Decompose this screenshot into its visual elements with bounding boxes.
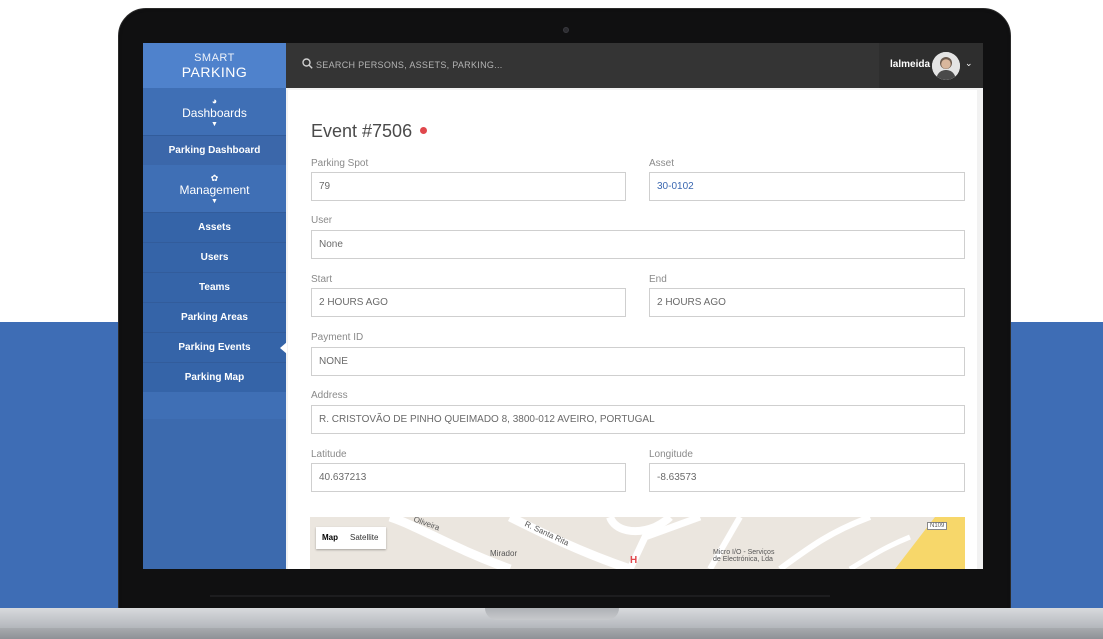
sidebar-item-parking-map[interactable]: Parking Map xyxy=(143,362,286,392)
stage: SMART PARKING ◕ Dashboards ▼ Parking Das… xyxy=(0,0,1103,639)
end-field[interactable]: 2 HOURS AGO xyxy=(649,288,965,317)
sidebar-item-parking-dashboard[interactable]: Parking Dashboard xyxy=(143,135,286,165)
status-indicator xyxy=(420,127,428,135)
sidebar-item-users[interactable]: Users xyxy=(143,242,286,272)
end-label: End xyxy=(649,274,667,285)
caret-down-icon: ▼ xyxy=(211,121,218,128)
map-type-control: Map Satellite xyxy=(316,527,386,549)
payment-id-label: Payment ID xyxy=(311,332,364,343)
chevron-down-icon[interactable]: ⌄ xyxy=(965,58,973,69)
user-menu[interactable]: lalmeida ⌄ xyxy=(879,43,983,88)
avatar[interactable] xyxy=(932,52,960,80)
parking-spot-label: Parking Spot xyxy=(311,158,369,169)
road-badge: N109 xyxy=(927,522,948,530)
sidebar-item-parking-areas[interactable]: Parking Areas xyxy=(143,302,286,332)
payment-id-field[interactable]: NONE xyxy=(311,347,965,376)
brand-line1: SMART xyxy=(194,52,235,64)
nav-group-label: Management xyxy=(179,183,250,197)
search-input[interactable] xyxy=(316,56,736,74)
latitude-field[interactable]: 40.637213 xyxy=(311,463,626,492)
event-detail-panel: Event #7506 Parking Spot 79 Asset 30-010… xyxy=(288,90,977,569)
longitude-label: Longitude xyxy=(649,449,693,460)
gear-icon: ✿ xyxy=(210,173,219,183)
sidebar-item-parking-events[interactable]: Parking Events xyxy=(143,332,287,362)
laptop-notch xyxy=(485,608,619,620)
top-bar: lalmeida ⌄ xyxy=(286,43,983,88)
start-field[interactable]: 2 HOURS AGO xyxy=(311,288,626,317)
parking-spot-field[interactable]: 79 xyxy=(311,172,626,201)
location-map[interactable]: Map Satellite Oliveira R. Santa Rita Mira… xyxy=(310,517,965,569)
sidebar-item-teams[interactable]: Teams xyxy=(143,272,286,302)
latitude-label: Latitude xyxy=(311,449,347,460)
screen: SMART PARKING ◕ Dashboards ▼ Parking Das… xyxy=(143,43,983,569)
sidebar: SMART PARKING ◕ Dashboards ▼ Parking Das… xyxy=(143,43,287,569)
asset-link[interactable]: 30-0102 xyxy=(649,172,965,201)
nav-group-label: Dashboards xyxy=(182,106,247,120)
title-row: Event #7506 xyxy=(311,121,428,142)
map-tab[interactable]: Map xyxy=(316,527,344,549)
address-label: Address xyxy=(311,390,348,401)
caret-down-icon: ▼ xyxy=(211,198,218,205)
search-icon[interactable] xyxy=(302,58,313,69)
sidebar-item-assets[interactable]: Assets xyxy=(143,212,286,242)
user-label: User xyxy=(311,215,333,226)
sidebar-fill xyxy=(143,419,286,569)
nav-group-dashboards[interactable]: ◕ Dashboards ▼ xyxy=(143,88,286,135)
laptop-base-edge xyxy=(0,628,1103,639)
page-title: Event #7506 xyxy=(311,121,413,141)
map-label-micro-io: Micro I/O - Serviços de Electrónica, Lda xyxy=(713,549,774,563)
address-field[interactable]: R. CRISTOVÃO DE PINHO QUEIMADO 8, 3800-0… xyxy=(311,405,965,434)
micro-io-line2: de Electrónica, Lda xyxy=(713,556,773,563)
map-roads xyxy=(310,517,965,569)
avatar-icon xyxy=(932,52,960,80)
satellite-tab[interactable]: Satellite xyxy=(344,527,384,549)
user-field[interactable]: None xyxy=(311,230,965,259)
username: lalmeida xyxy=(890,59,931,70)
dashboard-icon: ◕ xyxy=(211,96,218,106)
map-label-mirador: Mirador xyxy=(490,549,518,558)
brand-line2: PARKING xyxy=(181,64,248,80)
asset-label: Asset xyxy=(649,158,675,169)
bezel-hinge xyxy=(210,595,830,597)
brand-logo[interactable]: SMART PARKING xyxy=(143,43,286,88)
longitude-field[interactable]: -8.63573 xyxy=(649,463,965,492)
micro-io-line1: Micro I/O - Serviços xyxy=(713,549,775,556)
hospital-icon: H xyxy=(630,555,638,566)
start-label: Start xyxy=(311,274,333,285)
nav-group-management[interactable]: ✿ Management ▼ xyxy=(143,165,286,212)
camera-icon xyxy=(563,27,569,33)
